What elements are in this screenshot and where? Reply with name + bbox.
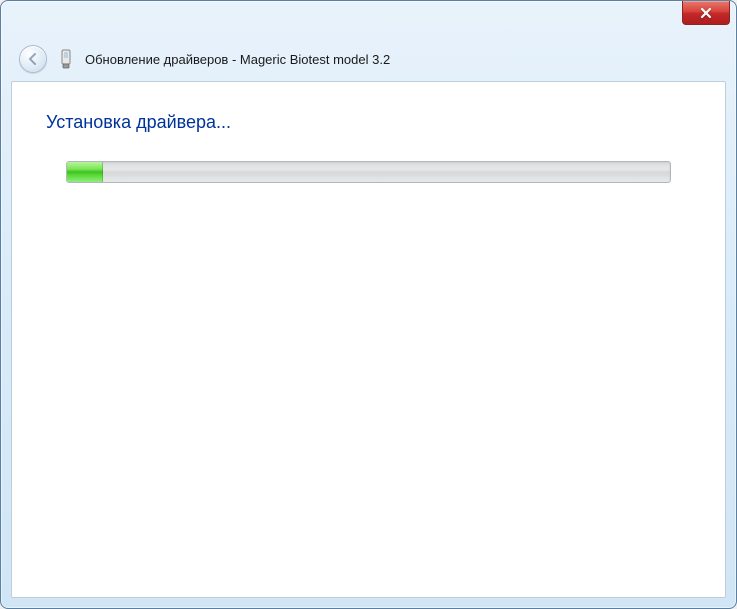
close-button[interactable] (682, 1, 730, 25)
window-title: Обновление драйверов - Mageric Biotest m… (85, 52, 390, 67)
progress-fill (67, 162, 103, 182)
header-row: Обновление драйверов - Mageric Biotest m… (1, 41, 736, 85)
back-button[interactable] (19, 45, 47, 73)
back-arrow-icon (26, 52, 40, 66)
dialog-window: Обновление драйверов - Mageric Biotest m… (0, 0, 737, 609)
content-pane: Установка драйвера... (11, 81, 726, 598)
page-heading: Установка драйвера... (46, 112, 691, 133)
close-icon (700, 7, 712, 19)
device-icon (57, 48, 75, 70)
progress-bar (66, 161, 671, 183)
titlebar (1, 1, 736, 41)
